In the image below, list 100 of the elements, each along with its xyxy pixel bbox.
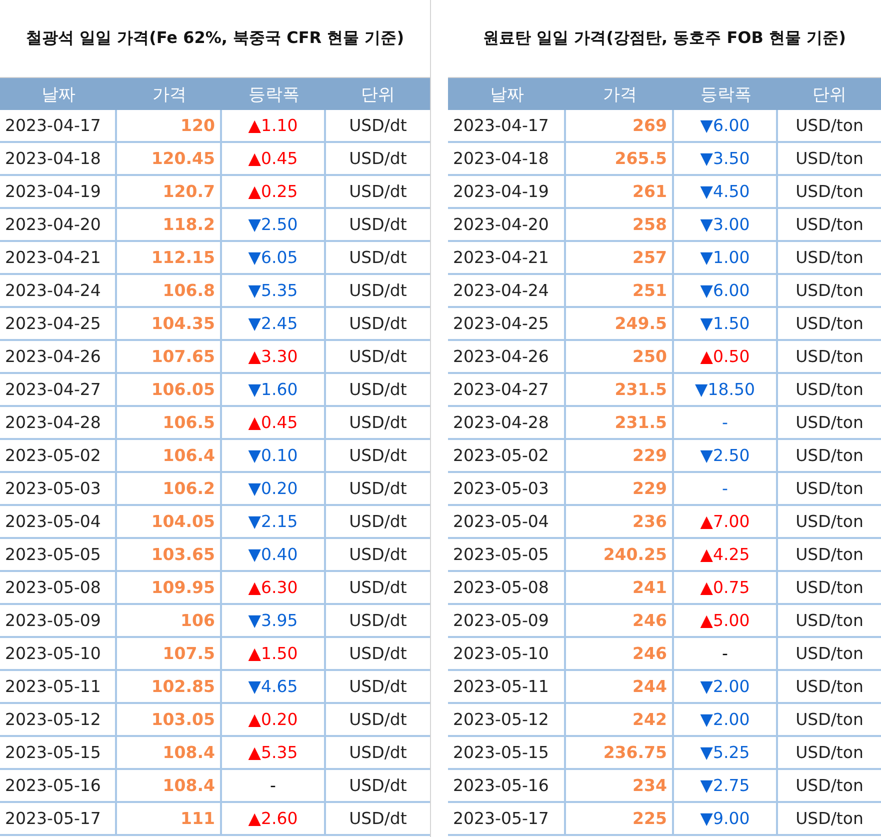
table-cell: 244 [566,671,674,704]
table-cell: 2023-05-16 [0,770,117,803]
table-cell: ▲0.75 [674,572,778,605]
table-cell: USD/dt [326,539,430,572]
table-cell: USD/dt [326,572,430,605]
table-cell: ▼9.00 [674,803,778,836]
table-cell: USD/ton [778,308,881,341]
table-cell: USD/ton [778,473,881,506]
table-cell: ▼4.50 [674,176,778,209]
table-cell: 2023-05-09 [0,605,117,638]
table-cell: 2023-04-24 [448,275,566,308]
table-cell: USD/ton [778,638,881,671]
table-cell: USD/ton [778,572,881,605]
table-cell: USD/ton [778,407,881,440]
table-cell: 2023-04-21 [0,242,117,275]
table-cell: USD/dt [326,605,430,638]
table-cell: ▼6.00 [674,110,778,143]
table-cell: ▼3.50 [674,143,778,176]
table-cell: 106.2 [117,473,222,506]
table-cell: 2023-04-26 [0,341,117,374]
table-cell: 2023-05-03 [0,473,117,506]
table-cell: USD/dt [326,407,430,440]
table-cell: 2023-05-15 [0,737,117,770]
table-cell: USD/dt [326,275,430,308]
table-cell: 2023-04-28 [448,407,566,440]
table-cell: 106.05 [117,374,222,407]
table-cell: 2023-04-26 [448,341,566,374]
table-cell: USD/dt [326,737,430,770]
table-cell: ▲1.50 [222,638,326,671]
table-cell: ▲4.25 [674,539,778,572]
table-cell: USD/ton [778,737,881,770]
table-cell: ▼1.00 [674,242,778,275]
table-cell: 2023-05-04 [448,506,566,539]
table-cell: ▲7.00 [674,506,778,539]
table-cell: 2023-05-17 [0,803,117,836]
table-cell: ▲3.30 [222,341,326,374]
table-cell: 258 [566,209,674,242]
table-cell: ▼3.95 [222,605,326,638]
column-header: 등락폭 [222,78,326,110]
table-cell: USD/ton [778,440,881,473]
table-cell: 108.4 [117,770,222,803]
table-cell: USD/dt [326,803,430,836]
table-cell: 107.5 [117,638,222,671]
table-cell: ▼5.25 [674,737,778,770]
table-cell: USD/ton [778,143,881,176]
table-cell: ▼2.45 [222,308,326,341]
table-cell: 2023-04-27 [448,374,566,407]
table-cell: USD/dt [326,473,430,506]
table-cell: ▲2.60 [222,803,326,836]
table-cell: 246 [566,605,674,638]
table-cell: 106.5 [117,407,222,440]
table-cell: 2023-05-05 [448,539,566,572]
table-cell: ▲0.45 [222,143,326,176]
table-cell: 120 [117,110,222,143]
table-cell: 246 [566,638,674,671]
table-cell: 2023-04-20 [448,209,566,242]
table-cell: - [674,638,778,671]
table-cell: 103.65 [117,539,222,572]
table-cell: USD/dt [326,341,430,374]
table-cell: ▲6.30 [222,572,326,605]
table-cell: 236 [566,506,674,539]
table-cell: ▲0.25 [222,176,326,209]
table-cell: USD/ton [778,242,881,275]
table-cell: USD/ton [778,110,881,143]
table-cell: 104.05 [117,506,222,539]
column-header: 날짜 [448,78,566,110]
table-cell: 2023-05-17 [448,803,566,836]
table-cell: 2023-05-08 [448,572,566,605]
table-cell: ▲1.10 [222,110,326,143]
table-cell: 2023-05-02 [448,440,566,473]
table-cell: 2023-04-25 [448,308,566,341]
table-cell: 231.5 [566,374,674,407]
column-header: 단위 [778,78,881,110]
table-cell: 257 [566,242,674,275]
table-cell: USD/ton [778,770,881,803]
table-cell: USD/ton [778,176,881,209]
table-cell: 118.2 [117,209,222,242]
table-cell: ▲0.45 [222,407,326,440]
table-cell: 106.4 [117,440,222,473]
table-cell: 2023-05-09 [448,605,566,638]
table-cell: USD/ton [778,506,881,539]
table-cell: 104.35 [117,308,222,341]
table-cell: USD/dt [326,374,430,407]
table-cell: 225 [566,803,674,836]
table-cell: 2023-05-03 [448,473,566,506]
table-cell: 2023-04-17 [448,110,566,143]
table-cell: 265.5 [566,143,674,176]
table-cell: USD/ton [778,803,881,836]
table-cell: 2023-04-24 [0,275,117,308]
table-cell: 2023-05-11 [448,671,566,704]
table-cell: 2023-04-20 [0,209,117,242]
table-cell: 2023-05-05 [0,539,117,572]
table-cell: 229 [566,473,674,506]
table-cell: USD/dt [326,110,430,143]
table-cell: USD/ton [778,209,881,242]
table-cell: 2023-05-10 [448,638,566,671]
table-cell: ▲0.20 [222,704,326,737]
table-cell: ▼2.00 [674,671,778,704]
table-cell: 2023-05-15 [448,737,566,770]
column-header: 등락폭 [674,78,778,110]
